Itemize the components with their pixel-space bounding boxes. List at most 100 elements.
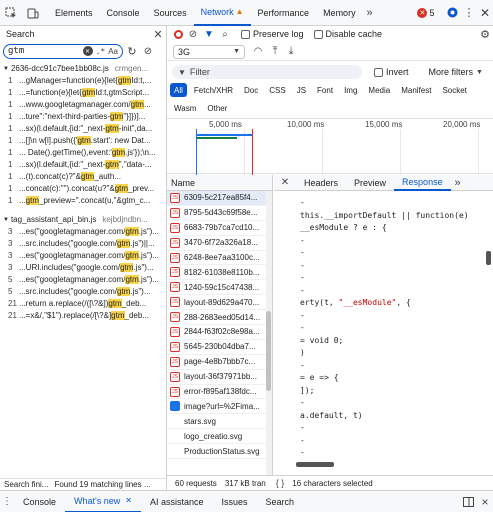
filter-input[interactable]: ▼ Filter [172, 65, 362, 79]
clear-search-icon[interactable]: ✕ [82, 46, 93, 56]
name-column-header[interactable]: Name [167, 175, 272, 191]
search-result-file[interactable]: ▼ 2636-dcc91c7bee1bb08c.js crmgen... [0, 62, 166, 75]
tab-performance[interactable]: Performance [251, 0, 317, 26]
search-result-line[interactable]: 1 ...sx)(l.default,{id:"_next-gtm-init",d… [0, 123, 166, 135]
throttling-select[interactable]: 3G ▼ [173, 44, 245, 59]
filter-chip-fetchxhr[interactable]: Fetch/XHR [190, 83, 237, 97]
filter-chip-img[interactable]: Img [340, 83, 361, 97]
search-result-file[interactable]: ▼ tag_assistant_api_bin.js kejbdjndbn... [0, 213, 166, 226]
search-result-line[interactable]: 3 ...src.includes("google.com/gtm.js")||.… [0, 238, 166, 250]
filter-funnel-icon[interactable]: ▼ [201, 29, 217, 40]
search-result-line[interactable]: 1 ...[]\n w[l].push({'gtm.start': new Dat… [0, 135, 166, 147]
search-result-line[interactable]: 1 ...=function(e){let{gtmId:t,gtmScript..… [0, 87, 166, 99]
request-row[interactable]: JS 8182-61038e8110b... [167, 265, 267, 281]
search-result-line[interactable]: 1 ...ture":"next-third-parties-gtm"}]})].… [0, 111, 166, 123]
close-tab-icon[interactable]: ✕ [125, 496, 132, 505]
request-row[interactable]: JS 6248-8ee7aa3100c... [167, 251, 267, 266]
code-vertical-scrollbar[interactable] [486, 191, 493, 461]
drawer-tab-ai-assistance[interactable]: AI assistance [141, 491, 213, 512]
close-detail-icon[interactable]: ✕ [274, 177, 296, 188]
filter-chip-manifest[interactable]: Manifest [397, 83, 435, 97]
request-row[interactable]: image?url=%2Fima... [167, 399, 267, 415]
request-row[interactable]: JS 2844-f63f02c8e98a... [167, 325, 267, 340]
search-result-line[interactable]: 5 ...src.includes("google.com/gtm.js")... [0, 286, 166, 298]
import-har-icon[interactable]: ⤒ [267, 45, 283, 58]
inspect-element-icon[interactable] [0, 0, 22, 26]
close-drawer-icon[interactable]: × [477, 495, 493, 509]
filter-chip-media[interactable]: Media [364, 83, 394, 97]
filter-chip-all[interactable]: All [170, 83, 187, 97]
search-result-line[interactable]: 3 ...es("googletagmanager.com/gtm.js")... [0, 226, 166, 238]
request-row[interactable]: JS 288-2683eed05d14... [167, 310, 267, 326]
tab-console[interactable]: Console [100, 0, 147, 26]
checkbox-invert[interactable] [374, 67, 383, 77]
record-icon[interactable] [171, 29, 185, 39]
drawer-menu-icon[interactable]: ⋮ [0, 496, 14, 507]
search-result-line[interactable]: 1 ... Date().getTime(),event:'gtm.js'});\… [0, 147, 166, 159]
request-row[interactable]: JS error-f895af138fdc... [167, 385, 267, 400]
clear-results-icon[interactable]: ⊘ [141, 46, 155, 57]
drawer-tab-search[interactable]: Search [257, 491, 304, 512]
search-result-line[interactable]: 1 ...(t).concat(c)?"&gtm_auth... [0, 171, 166, 183]
request-row[interactable]: JS layout-36f37971bb... [167, 370, 267, 385]
wifi-icon[interactable]: ◠ [249, 46, 267, 57]
search-result-line[interactable]: 21 ...=x&/,"$1").replace(/[\?&]gtm_deb... [0, 310, 166, 322]
request-row[interactable]: JS 3470-6f72a326a18... [167, 236, 267, 251]
settings-gear-icon[interactable] [443, 0, 461, 26]
network-settings-icon[interactable]: ⚙ [477, 28, 493, 41]
request-row[interactable]: JS 1240-59c15c47438... [167, 280, 267, 296]
refresh-search-icon[interactable]: ↻ [123, 45, 141, 58]
request-row[interactable]: stars.svg [167, 414, 267, 430]
tab-sources[interactable]: Sources [147, 0, 194, 26]
format-braces-icon[interactable]: { } [276, 478, 285, 488]
export-har-icon[interactable]: ⤓ [283, 45, 299, 58]
regex-toggle[interactable]: .* [96, 47, 106, 56]
close-devtools-icon[interactable]: ✕ [477, 6, 493, 20]
request-row[interactable]: JS 6683-79b7ca7cd10... [167, 221, 267, 236]
search-result-line[interactable]: 1 ...gtm_preview=".concat(u,"&gtm_c... [0, 195, 166, 207]
search-input-box[interactable]: gtm ✕ .* Aa [3, 43, 123, 59]
dock-side-icon[interactable] [459, 496, 477, 507]
request-row[interactable]: logo_creatio.svg [167, 429, 267, 445]
request-row[interactable]: JS 5645-230b04dba7... [167, 340, 267, 355]
request-row[interactable]: ProductionStatus.svg [167, 444, 267, 460]
search-result-line[interactable]: 1 ...gManager=function(e){let{gtmId:t,... [0, 75, 166, 87]
filter-chip-doc[interactable]: Doc [240, 83, 262, 97]
more-tabs-chevron-icon[interactable]: » [363, 7, 377, 19]
request-row[interactable]: JS 6309-5c217ea85f4... [167, 191, 267, 206]
drawer-tab-what-s-new[interactable]: What's new ✕ [65, 491, 141, 512]
errors-badge[interactable]: ✕ 5 [409, 7, 443, 18]
device-toolbar-icon[interactable] [22, 0, 44, 26]
search-network-icon[interactable]: ⌕ [217, 29, 233, 40]
search-input[interactable]: gtm [8, 46, 83, 56]
search-result-line[interactable]: 5 ...es("googletagmanager.com/gtm.js")... [0, 274, 166, 286]
detail-tab-headers[interactable]: Headers [296, 175, 346, 191]
request-row[interactable]: JS layout-89d629a470... [167, 295, 267, 311]
more-detail-tabs-icon[interactable]: » [451, 177, 465, 189]
close-search-icon[interactable]: ✕ [150, 28, 166, 41]
detail-tab-response[interactable]: Response [394, 175, 451, 191]
filter-chip-other[interactable]: Other [203, 102, 231, 116]
search-result-line[interactable]: 1 ...sx)(l.default,{id:"_next-gtm","data-… [0, 159, 166, 171]
drawer-tab-issues[interactable]: Issues [213, 491, 257, 512]
search-result-line[interactable]: 1 ...concat(c):"").concat(u?"&gtm_prev... [0, 183, 166, 195]
search-result-line[interactable]: 1 ...www.googletagmanager.com/gtm... [0, 99, 166, 111]
clear-log-icon[interactable]: ⊘ [185, 29, 201, 40]
search-result-line[interactable]: 3 ...es("googletagmanager.com/gtm.js")... [0, 250, 166, 262]
tab-elements[interactable]: Elements [48, 0, 100, 26]
filter-chip-font[interactable]: Font [313, 83, 337, 97]
request-row[interactable]: JS page-4e8b7bbb7c... [167, 355, 267, 370]
search-result-line[interactable]: 3 ...URI.includes("google.com/gtm.js")... [0, 262, 166, 274]
filter-chip-js[interactable]: JS [293, 83, 310, 97]
match-case-toggle[interactable]: Aa [108, 47, 118, 56]
code-horizontal-scrollbar[interactable] [294, 462, 484, 468]
detail-tab-preview[interactable]: Preview [346, 175, 394, 191]
request-row[interactable]: JS 8795-5d43c69f58e... [167, 206, 267, 221]
checkbox-disable-cache[interactable] [313, 29, 323, 39]
kebab-menu-icon[interactable]: ⋮ [461, 6, 477, 19]
checkbox-preserve-log[interactable] [241, 29, 250, 39]
more-filters-button[interactable]: More filters [429, 67, 474, 77]
tab-network[interactable]: Network ▲ [193, 0, 251, 26]
filter-chip-wasm[interactable]: Wasm [170, 102, 200, 116]
filter-chip-socket[interactable]: Socket [438, 83, 470, 97]
